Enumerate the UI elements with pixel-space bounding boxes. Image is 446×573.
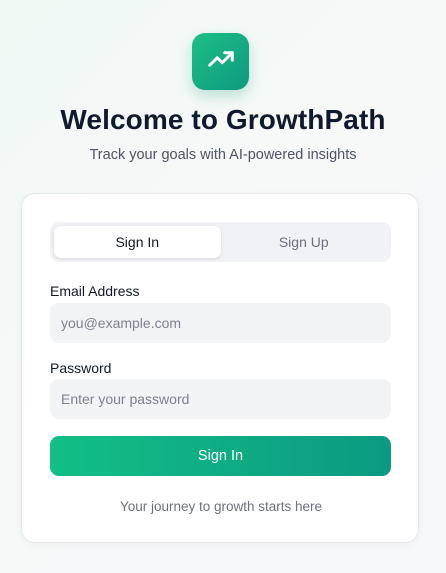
signin-page: Welcome to GrowthPath Track your goals w… [0, 0, 446, 573]
footer-tagline: Your journey to growth starts here [119, 499, 323, 514]
app-logo [192, 33, 249, 90]
trending-up-icon [206, 44, 236, 79]
tab-sign-up[interactable]: Sign Up [221, 226, 388, 258]
password-label: Password [50, 360, 112, 376]
sign-in-button[interactable]: Sign In [50, 436, 391, 476]
auth-card: Sign In Sign Up Email Address Password S… [21, 193, 419, 543]
page-title: Welcome to GrowthPath [60, 104, 386, 135]
auth-tabs: Sign In Sign Up [50, 222, 391, 262]
email-label: Email Address [50, 283, 140, 299]
email-field[interactable] [50, 303, 391, 343]
password-field[interactable] [50, 379, 391, 419]
page-subtitle: Track your goals with AI-powered insight… [89, 147, 357, 163]
tab-sign-in[interactable]: Sign In [54, 226, 221, 258]
